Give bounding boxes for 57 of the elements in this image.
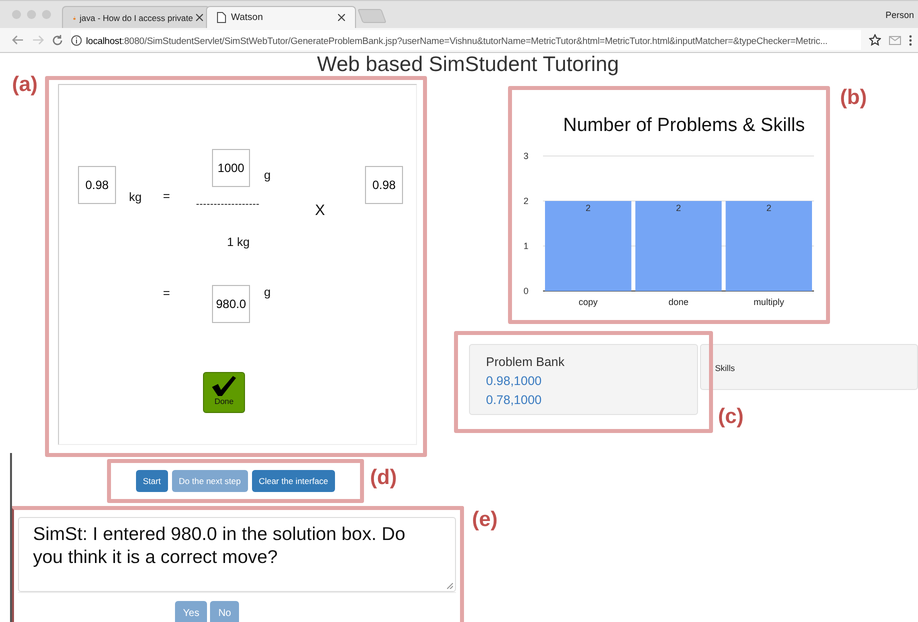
- forward-icon[interactable]: [32, 35, 44, 45]
- done-button[interactable]: Done: [203, 372, 245, 413]
- value-field[interactable]: 0.98: [78, 166, 116, 204]
- denominator-label: 1 kg: [227, 235, 250, 249]
- info-icon: [71, 34, 82, 46]
- star-icon[interactable]: [869, 34, 881, 46]
- numerator-field[interactable]: 1000: [212, 149, 250, 187]
- tab-title: java - How do I access private: [80, 12, 193, 22]
- axis-tick-label: 0: [524, 286, 528, 296]
- annotation-label: (c): [718, 405, 744, 429]
- annotation-label: (a): [12, 73, 38, 97]
- chart-title: Number of Problems & Skills: [563, 115, 805, 136]
- document-icon: [217, 12, 226, 23]
- axis-tick-label: 2: [524, 196, 528, 206]
- unit-label: g: [264, 168, 271, 182]
- action-button[interactable]: Start: [136, 470, 168, 492]
- fraction-line-text: ------------------: [196, 199, 260, 210]
- back-icon[interactable]: [12, 35, 24, 45]
- card-title: Skills: [715, 363, 735, 373]
- bar-value-label: 2: [766, 203, 772, 213]
- browser-tab[interactable]: java - How do I access private: [62, 6, 210, 28]
- equals-sign: =: [163, 286, 170, 300]
- axis-category-label: copy: [578, 297, 598, 307]
- resize-grip-icon[interactable]: [447, 583, 453, 589]
- axis-tick-label: 1: [524, 241, 528, 251]
- problem-link[interactable]: 0.78,1000: [486, 391, 681, 410]
- axis-tick-label: 3: [524, 151, 528, 161]
- action-button[interactable]: Clear the interface: [252, 470, 336, 492]
- profile-name[interactable]: Person: [885, 10, 914, 20]
- unit-label: g: [264, 285, 271, 299]
- axis-category-label: done: [668, 297, 689, 307]
- multiply-sign: X: [315, 202, 326, 219]
- problem-link[interactable]: 0.98,1000: [486, 372, 681, 391]
- tab-title: Watson: [231, 12, 264, 23]
- page-title: Web based SimStudent Tutoring: [316, 53, 620, 77]
- mail-icon[interactable]: [889, 36, 901, 44]
- answer-field[interactable]: 980.0: [212, 285, 250, 323]
- bar-value-label: 2: [676, 203, 681, 213]
- equals-sign: =: [163, 189, 170, 203]
- annotation-label: (e): [472, 508, 498, 532]
- axis-category-label: multiply: [754, 297, 784, 307]
- unit-label: kg: [129, 190, 142, 204]
- new-tab-button[interactable]: [357, 9, 387, 23]
- menu-icon[interactable]: [909, 34, 912, 46]
- annotation-label: (b): [840, 86, 867, 110]
- value-field[interactable]: 0.98: [365, 166, 403, 204]
- reload-icon[interactable]: [52, 34, 63, 46]
- message-text: SimSt: I entered 980.0 in the solution box. Do you think it is a correct move?: [33, 523, 406, 567]
- browser-tab[interactable]: Watson: [206, 6, 356, 28]
- close-icon[interactable]: [338, 14, 345, 21]
- bar-value-label: 2: [586, 203, 591, 213]
- address-field[interactable]: localhost:8080/SimStudentServlet/SimStWebTutor/GenerateProblemBank.jsp?userName=Vishnu&tutorName=MetricTutor&html=MetricTutor.html&inputMatcher=&typeChecker=Metric...: [71, 30, 861, 50]
- annotation-label: (d): [370, 466, 397, 490]
- checkmark-icon: [211, 375, 237, 397]
- message-field[interactable]: SimSt: I entered 980.0 in the solution box. Do you think it is a correct move?: [18, 517, 456, 592]
- close-icon[interactable]: [196, 14, 203, 21]
- card-title: Problem Bank: [486, 354, 566, 371]
